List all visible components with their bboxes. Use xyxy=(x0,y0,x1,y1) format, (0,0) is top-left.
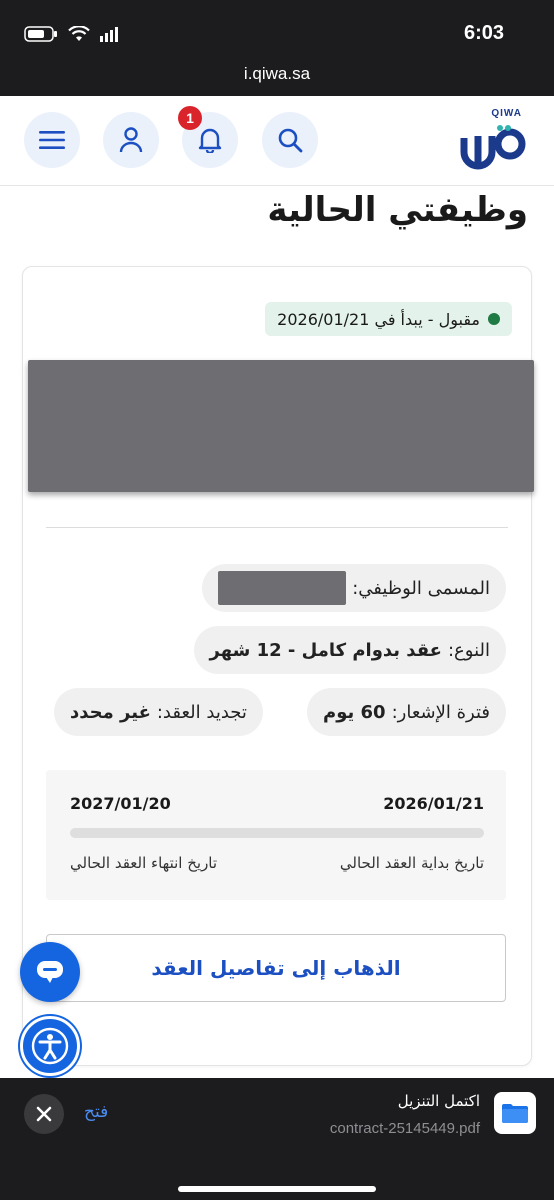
download-open-button[interactable]: فتح xyxy=(84,1102,108,1122)
start-date: 2026/01/21 xyxy=(383,794,484,813)
status-badge: مقبول - يبدأ في 2026/01/21 xyxy=(265,302,512,336)
page-title: وظيفتي الحالية xyxy=(267,190,528,230)
folder-icon xyxy=(502,1104,528,1123)
menu-icon xyxy=(39,131,65,149)
renewal-label: تجديد العقد: xyxy=(156,701,247,723)
renewal-chip: تجديد العقد: غير محدد xyxy=(54,688,263,736)
end-date: 2027/01/20 xyxy=(70,794,171,813)
search-icon xyxy=(278,128,303,153)
url-bar[interactable]: i.qiwa.sa xyxy=(0,64,554,84)
bell-icon xyxy=(198,128,222,153)
close-icon xyxy=(36,1106,52,1122)
battery-icon xyxy=(24,26,57,42)
accessibility-icon xyxy=(31,1027,69,1065)
download-title: اكتمل التنزيل xyxy=(397,1092,480,1110)
divider xyxy=(46,527,508,528)
logo-text: QIWA xyxy=(491,108,522,119)
wifi-icon xyxy=(68,26,90,41)
end-date-label: تاريخ انتهاء العقد الحالي xyxy=(70,854,218,872)
accessibility-button[interactable] xyxy=(20,1016,80,1076)
signal-icon xyxy=(100,27,118,42)
renewal-value: غير محدد xyxy=(70,701,151,723)
status-time: 6:03 xyxy=(463,22,504,44)
contract-details-button[interactable]: الذهاب إلى تفاصيل العقد xyxy=(46,934,506,1002)
home-indicator xyxy=(178,1186,376,1192)
type-label: النوع: xyxy=(447,639,490,661)
menu-button[interactable] xyxy=(24,112,80,168)
start-date-label: تاريخ بداية العقد الحالي xyxy=(339,854,484,872)
app-header: 1 QIWA xyxy=(0,96,554,186)
download-file-name: contract-25145449.pdf xyxy=(329,1120,480,1137)
contract-progress-bar xyxy=(70,828,484,838)
contract-type-chip: النوع: عقد بدوام كامل - 12 شهر xyxy=(193,626,506,674)
search-button[interactable] xyxy=(262,112,318,168)
status-dot xyxy=(488,313,500,325)
user-icon xyxy=(119,127,143,153)
files-app-icon[interactable] xyxy=(494,1092,536,1134)
chat-icon xyxy=(37,961,63,983)
notice-label: فترة الإشعار: xyxy=(391,701,490,723)
job-title-label: المسمى الوظيفي: xyxy=(352,577,490,599)
notice-period-chip: فترة الإشعار: 60 يوم xyxy=(307,688,506,736)
job-title-chip: المسمى الوظيفي: xyxy=(202,564,506,612)
download-close-button[interactable] xyxy=(24,1094,64,1134)
notice-value: 60 يوم xyxy=(323,701,386,723)
redacted-block xyxy=(28,360,534,492)
contract-dates-box: 2026/01/21 2027/01/20 تاريخ بداية العقد … xyxy=(46,770,506,900)
chat-button[interactable] xyxy=(20,942,80,1002)
qiwa-logo[interactable]: QIWA xyxy=(460,108,532,172)
redacted-job-title xyxy=(218,571,347,605)
notification-badge: 1 xyxy=(178,106,202,130)
profile-button[interactable] xyxy=(103,112,159,168)
download-bar: فتح اكتمل التنزيل contract-25145449.pdf xyxy=(0,1078,554,1200)
notifications-button[interactable]: 1 xyxy=(178,106,238,168)
type-value: عقد بدوام كامل - 12 شهر xyxy=(209,639,442,661)
status-icons xyxy=(24,26,118,42)
status-text: مقبول - يبدأ في 2026/01/21 xyxy=(277,309,480,329)
